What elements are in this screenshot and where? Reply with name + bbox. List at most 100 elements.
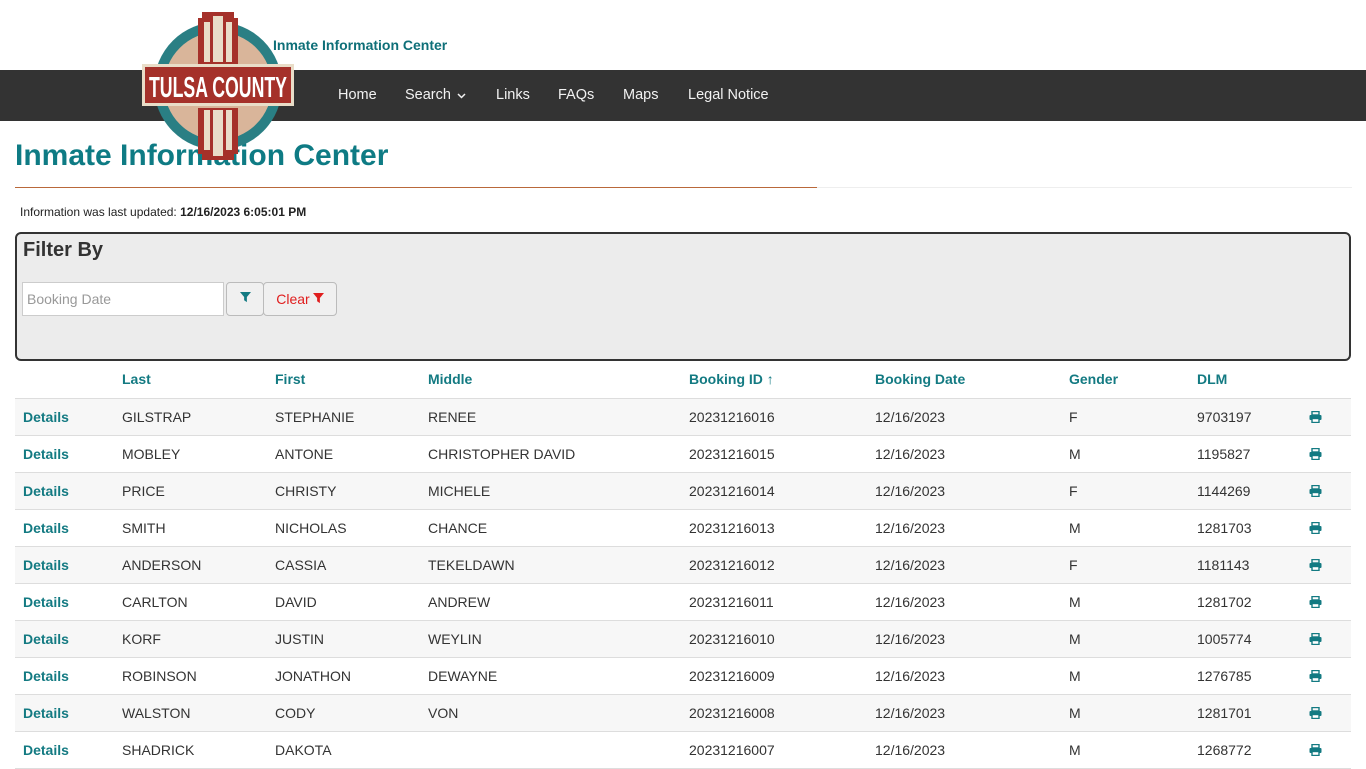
cell-first: CHRISTY [275,483,337,499]
col-booking-id[interactable]: Booking ID ↑ [689,371,774,387]
details-link[interactable]: Details [23,594,69,610]
inmate-table-body: Details GILSTRAP STEPHANIE RENEE 20231216016… [15,399,1351,769]
col-booking-date[interactable]: Booking Date [875,371,965,387]
details-link[interactable]: Details [23,631,69,647]
cell-gender: M [1069,594,1081,610]
details-link[interactable]: Details [23,742,69,758]
cell-middle: ANDREW [428,594,491,610]
cell-booking-date: 12/16/2023 [875,409,946,425]
cell-booking-date: 12/16/2023 [875,705,946,721]
details-link[interactable]: Details [23,446,69,462]
cell-gender: F [1069,409,1078,425]
cell-booking-id: 20231216016 [689,409,775,425]
cell-booking-date: 12/16/2023 [875,446,946,462]
logo-text: TULSA COUNTY [149,72,287,104]
cell-gender: F [1069,483,1078,499]
cell-gender: M [1069,446,1081,462]
nav-maps[interactable]: Maps [623,87,658,103]
nav-faqs[interactable]: FAQs [558,87,594,103]
nav-links[interactable]: Links [496,87,530,103]
cell-first: NICHOLAS [275,520,347,536]
tulsa-county-logo[interactable]: TULSA COUNTY [140,8,296,162]
cell-first: JUSTIN [275,631,324,647]
cell-booking-id: 20231216013 [689,520,775,536]
site-subtitle[interactable]: Inmate Information Center [273,37,447,53]
cell-last: KORF [122,631,161,647]
cell-booking-date: 12/16/2023 [875,668,946,684]
cell-middle: VON [428,705,459,721]
booking-date-input[interactable] [22,282,224,316]
details-link[interactable]: Details [23,409,69,425]
table-row: Details SMITH NICHOLAS CHANCE 20231216013 12/… [15,510,1351,547]
filter-title: Filter By [23,239,104,261]
cell-last: MOBLEY [122,446,181,462]
nav-search[interactable]: Search [405,87,466,103]
cell-dlm: 1268772 [1197,742,1252,758]
cell-first: STEPHANIE [275,409,355,425]
col-middle[interactable]: Middle [428,371,472,387]
table-row: Details GILSTRAP STEPHANIE RENEE 20231216016… [15,399,1351,436]
cell-booking-id: 20231216015 [689,446,775,462]
chevron-down-icon [457,90,466,102]
print-icon[interactable] [1309,595,1322,611]
details-link[interactable]: Details [23,483,69,499]
title-divider-light [817,187,1352,188]
table-row: Details SHADRICK DAKOTA 20231216007 12/16/20… [15,732,1351,769]
cell-booking-date: 12/16/2023 [875,520,946,536]
filter-panel: Filter By Clear [15,232,1351,361]
col-gender[interactable]: Gender [1069,371,1118,387]
cell-last: ANDERSON [122,557,202,573]
cell-gender: M [1069,742,1081,758]
print-icon[interactable] [1309,669,1322,685]
cell-dlm: 9703197 [1197,409,1252,425]
cell-last: GILSTRAP [122,409,192,425]
cell-middle: RENEE [428,409,477,425]
print-icon[interactable] [1309,410,1322,426]
print-icon[interactable] [1309,521,1322,537]
print-icon[interactable] [1309,632,1322,648]
col-dlm[interactable]: DLM [1197,371,1227,387]
col-booking-id-label: Booking ID [689,371,763,387]
print-icon[interactable] [1309,484,1322,500]
cell-booking-date: 12/16/2023 [875,631,946,647]
cell-gender: F [1069,557,1078,573]
cell-last: PRICE [122,483,165,499]
cell-booking-id: 20231216011 [689,594,774,610]
cell-gender: M [1069,520,1081,536]
table-row: Details CARLTON DAVID ANDREW 20231216011 12/1… [15,584,1351,621]
print-icon[interactable] [1309,447,1322,463]
cell-dlm: 1005774 [1197,631,1252,647]
cell-first: DAVID [275,594,317,610]
nav-home[interactable]: Home [338,87,377,103]
nav-search-label: Search [405,87,451,103]
filter-icon [310,291,324,307]
print-icon[interactable] [1309,743,1322,759]
details-link[interactable]: Details [23,705,69,721]
title-divider [15,187,817,188]
table-row: Details KORF JUSTIN WEYLIN 20231216010 12/16/… [15,621,1351,658]
clear-filter-button[interactable]: Clear [263,282,337,316]
cell-dlm: 1181143 [1197,557,1250,573]
cell-booking-id: 20231216012 [689,557,775,573]
cell-middle: TEKELDAWN [428,557,515,573]
cell-last: SHADRICK [122,742,195,758]
cell-middle: WEYLIN [428,631,482,647]
filter-icon [239,290,251,308]
col-first[interactable]: First [275,371,305,387]
cell-dlm: 1195827 [1197,446,1251,462]
nav-legal-notice[interactable]: Legal Notice [688,87,769,103]
details-link[interactable]: Details [23,520,69,536]
last-updated-label: Information was last updated: [20,205,177,219]
cell-middle: MICHELE [428,483,491,499]
details-link[interactable]: Details [23,557,69,573]
cell-dlm: 1276785 [1197,668,1252,684]
apply-filter-button[interactable] [226,282,264,316]
col-last[interactable]: Last [122,371,151,387]
cell-first: CASSIA [275,557,327,573]
details-link[interactable]: Details [23,668,69,684]
cell-booking-date: 12/16/2023 [875,594,946,610]
print-icon[interactable] [1309,558,1322,574]
cell-middle: DEWAYNE [428,668,498,684]
print-icon[interactable] [1309,706,1322,722]
cell-dlm: 1144269 [1197,483,1251,499]
